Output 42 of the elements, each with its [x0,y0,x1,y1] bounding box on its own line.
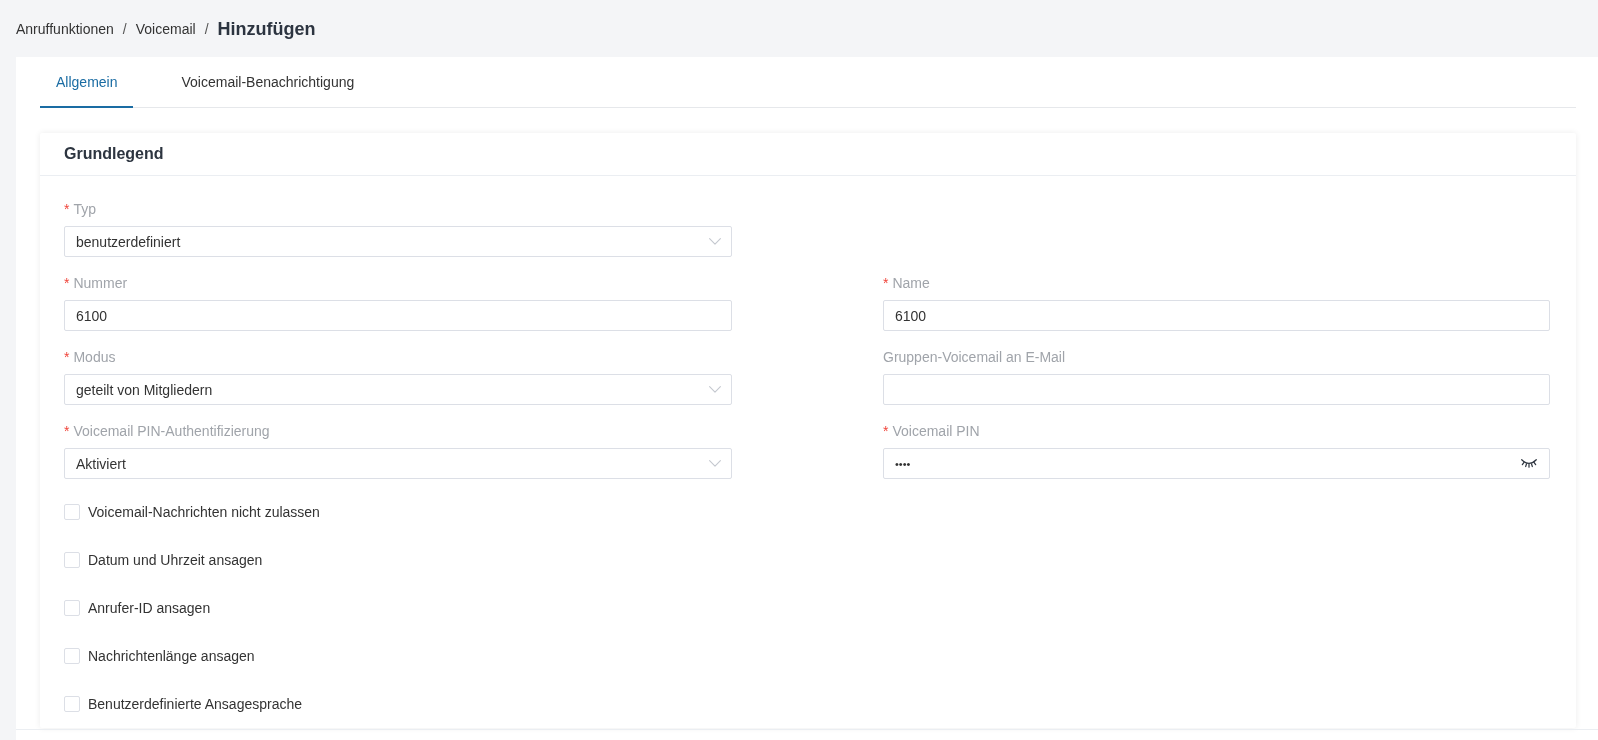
tab[interactable]: Allgemein [40,57,134,108]
eye-closed-icon[interactable] [1521,459,1537,468]
field-label: Nummer [73,274,128,293]
required-mark: * [64,348,70,367]
tab[interactable]: Voicemail-Benachrichtigung [165,57,371,108]
required-mark: * [64,274,70,293]
checkbox-label: Nachrichtenlänge ansagen [88,648,255,664]
checkbox-label: Datum und Uhrzeit ansagen [88,552,263,568]
required-mark: * [883,422,889,441]
breadcrumb-separator: / [204,19,209,39]
field-label: Typ [73,200,97,219]
checkbox[interactable] [64,648,80,664]
checkbox[interactable] [64,600,80,616]
field-label: Modus [73,348,116,367]
field-label: Voicemail PIN [892,422,980,441]
chevron-down-icon [709,460,721,467]
breadcrumb-separator: / [122,19,127,39]
text-field[interactable]: 6100 [64,300,732,331]
text-field[interactable]: 6100 [883,300,1550,331]
dropdown[interactable]: Aktiviert [64,448,732,479]
text-field[interactable] [883,374,1550,405]
chevron-down-icon [709,238,721,245]
required-mark: * [64,200,70,219]
breadcrumb-link[interactable]: Anruffunktionen [16,18,114,39]
breadcrumb-link[interactable]: Voicemail [135,18,196,39]
checkbox-label: Voicemail-Nachrichten nicht zulassen [88,504,320,520]
page-title: Hinzufügen [217,17,316,41]
checkbox[interactable] [64,552,80,568]
checkbox[interactable] [64,504,80,520]
dropdown[interactable]: geteilt von Mitgliedern [64,374,732,405]
section-title: Grundlegend [64,145,164,163]
field-label: Name [892,274,930,293]
field-label: Voicemail PIN-Authentifizierung [73,422,270,441]
checkbox-label: Benutzerdefinierte Ansagesprache [88,696,303,712]
password-field[interactable]: •••• [883,448,1550,479]
checkbox[interactable] [64,696,80,712]
required-mark: * [64,422,70,441]
dropdown[interactable]: benutzerdefiniert [64,226,732,257]
required-mark: * [883,274,889,293]
chevron-down-icon [709,386,721,393]
checkbox-label: Anrufer-ID ansagen [88,600,211,616]
field-label: Gruppen-Voicemail an E-Mail [883,348,1066,367]
